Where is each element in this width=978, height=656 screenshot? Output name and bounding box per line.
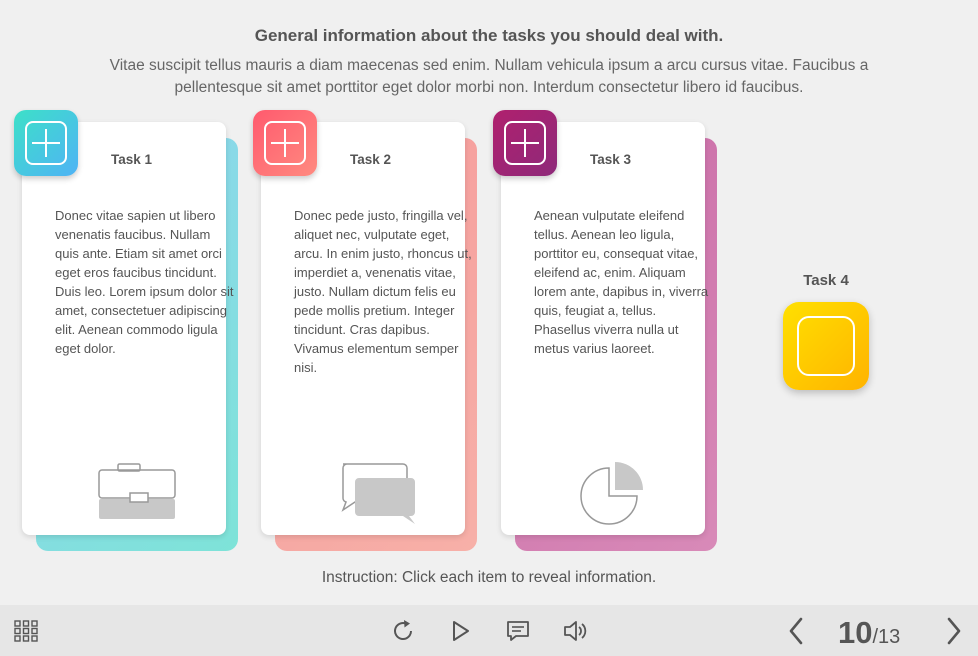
volume-icon: [564, 620, 587, 641]
menu-grid-icon: [14, 619, 38, 642]
plus-icon: [264, 121, 306, 165]
task-card-text: Aenean vulputate eleifend tellus. Aenean…: [534, 208, 709, 356]
task-card-1[interactable]: Task 1 Donec vitae sapien ut libero vene…: [14, 110, 254, 555]
square-icon: [797, 316, 855, 376]
task-card-panel: Task 1 Donec vitae sapien ut libero vene…: [22, 122, 233, 535]
volume-button[interactable]: [558, 605, 594, 656]
task-card-panel: Task 3 Aenean vulputate eleifend tellus.…: [501, 122, 708, 535]
prev-icon: [789, 617, 803, 644]
task-card-title: Task 3: [590, 152, 632, 167]
plus-icon: [25, 121, 67, 165]
add-icon[interactable]: [253, 110, 317, 176]
menu-button[interactable]: [8, 605, 44, 656]
task-card-3[interactable]: Task 3 Aenean vulputate eleifend tellus.…: [493, 110, 733, 555]
pie-chart-icon: [580, 462, 643, 525]
task-4-button[interactable]: [783, 302, 869, 390]
play-icon: [453, 620, 469, 641]
page-counter: 10 /13: [838, 615, 900, 651]
replay-icon: [394, 619, 412, 640]
instruction-text: Instruction: Click each item to reveal i…: [321, 569, 657, 586]
header-title: General information about the tasks you …: [254, 26, 724, 45]
next-icon: [947, 617, 961, 644]
chat-bubbles-icon: [341, 463, 415, 524]
task-4-title: Task 4: [803, 272, 849, 289]
player-controls-bar: 10 /13: [0, 605, 978, 656]
captions-icon: [507, 620, 529, 641]
prev-button[interactable]: [778, 605, 814, 656]
task-card-text: Donec pede justo, fringilla vel, aliquet…: [294, 208, 472, 375]
task-card-panel: Task 2 Donec pede justo, fringilla vel, …: [261, 122, 472, 535]
add-icon[interactable]: [493, 110, 557, 176]
task-card-title: Task 1: [111, 152, 153, 167]
briefcase-icon: [98, 463, 176, 519]
task-card-text: Donec vitae sapien ut libero venenatis f…: [55, 208, 234, 356]
add-icon[interactable]: [14, 110, 78, 176]
task-card-2[interactable]: Task 2 Donec pede justo, fringilla vel, …: [253, 110, 493, 555]
captions-button[interactable]: [500, 605, 536, 656]
task-card-title: Task 2: [350, 152, 392, 167]
plus-icon: [504, 121, 546, 165]
total-pages: /13: [872, 626, 901, 648]
current-page: 10: [838, 615, 873, 650]
replay-button[interactable]: [385, 605, 421, 656]
play-button[interactable]: [443, 605, 479, 656]
header-description: Vitae suscipit tellus mauris a diam maec…: [109, 57, 869, 96]
next-button[interactable]: [936, 605, 972, 656]
